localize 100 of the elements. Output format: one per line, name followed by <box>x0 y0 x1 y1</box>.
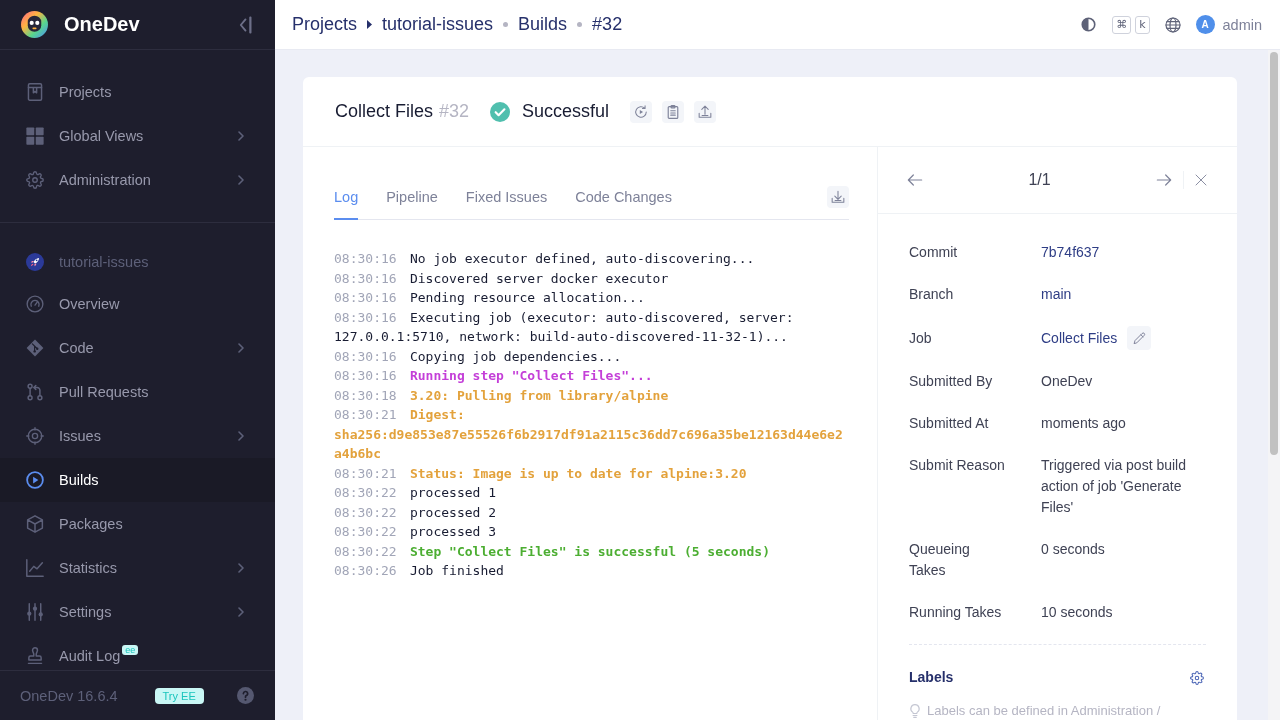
log-line: 08:30:21 Status: Image is up to date for alpine:3.20 <box>334 464 748 483</box>
project-title: tutorial-issues <box>59 254 149 270</box>
field-link[interactable]: 7b74f637 <box>1041 242 1100 263</box>
check-circle-icon <box>490 101 511 122</box>
edition-tag: ee <box>122 645 139 655</box>
field-label: Submitted By <box>909 372 994 391</box>
tab[interactable]: Code Changes <box>575 187 672 220</box>
log-line: 08:30:22 processed 1 <box>334 484 498 502</box>
user-avatar[interactable]: A <box>1195 15 1215 34</box>
close-icon[interactable] <box>1195 174 1207 186</box>
pull-request-icon <box>26 383 44 401</box>
stamp-icon <box>26 647 44 665</box>
field-label: Submit Reason <box>909 456 1006 475</box>
sidebar-item[interactable]: Code <box>0 326 275 370</box>
rerun-button[interactable] <box>630 100 653 123</box>
build-title: Collect Files <box>335 101 434 122</box>
breadcrumb-link[interactable]: Builds <box>518 14 568 35</box>
gear-icon <box>26 171 44 189</box>
gauge-icon <box>26 295 44 313</box>
shortcut-key[interactable]: k <box>1135 15 1150 34</box>
log-line: 08:30:16 Copying job dependencies... <box>334 347 623 366</box>
field-label: Job <box>909 328 933 348</box>
section-title: Labels <box>909 668 954 687</box>
sidebar-item[interactable]: Statistics <box>0 546 275 590</box>
arrow-left-icon[interactable] <box>907 172 923 188</box>
play-circle-icon <box>26 471 44 489</box>
sliders-icon <box>26 603 44 621</box>
version-label: OneDev 16.6.4 <box>20 687 118 704</box>
field-label: Running Takes <box>909 603 1003 622</box>
field-value: 0 seconds <box>1041 540 1105 559</box>
shortcut-key[interactable]: ⌘ <box>1112 15 1132 34</box>
field-label: Submitted At <box>909 414 990 433</box>
field-label: Queueing Takes <box>909 540 971 580</box>
sidebar-item[interactable]: Pull Requests <box>0 370 275 414</box>
arrow-right-icon[interactable] <box>1156 172 1172 188</box>
brand-name: OneDev <box>64 13 140 36</box>
book-icon <box>26 83 44 101</box>
tab[interactable]: Pipeline <box>386 187 438 220</box>
log-line: 08:30:22 processed 3 <box>334 523 498 541</box>
log-line: 08:30:16 Pending resource allocation... <box>334 289 646 307</box>
user-name[interactable]: admin <box>1222 16 1262 33</box>
breadcrumb-link[interactable]: #32 <box>592 14 623 35</box>
help-icon[interactable] <box>237 687 254 704</box>
download-icon <box>831 190 845 204</box>
field-label: Commit <box>909 243 959 262</box>
globe-icon[interactable] <box>1164 16 1181 33</box>
dot-icon <box>503 22 509 27</box>
box-icon <box>26 515 44 533</box>
dot-icon <box>577 22 583 27</box>
field-label: Branch <box>909 285 955 304</box>
line-chart-icon <box>26 559 44 577</box>
collapse-icon[interactable] <box>238 14 253 35</box>
log-line: 08:30:22 processed 2 <box>334 503 498 522</box>
edit-button[interactable] <box>1127 326 1152 350</box>
lightbulb-icon <box>909 704 921 718</box>
log-button[interactable] <box>662 100 685 123</box>
field-value: OneDev <box>1041 372 1093 391</box>
scrollbar-thumb[interactable] <box>1270 52 1278 455</box>
field-value: moments ago <box>1041 414 1126 433</box>
upload-icon <box>698 104 713 119</box>
pencil-icon <box>1132 331 1146 345</box>
contrast-icon[interactable] <box>1081 17 1097 32</box>
field-link[interactable]: Collect Files <box>1041 327 1118 349</box>
tab[interactable]: Fixed Issues <box>465 187 548 220</box>
sidebar-item[interactable]: Issues <box>0 414 275 458</box>
diamond-icon <box>26 339 44 357</box>
field-link[interactable]: main <box>1041 284 1072 305</box>
log-line: 08:30:18 3.20: Pulling from library/alpine <box>334 386 670 405</box>
rerun-icon <box>634 104 649 119</box>
sidebar-item[interactable]: Builds <box>0 458 275 502</box>
sidebar-item[interactable]: Projects <box>0 70 275 114</box>
build-number: #32 <box>439 101 470 122</box>
scrollbar[interactable] <box>1268 50 1280 720</box>
hint-text: Labels can be defined in Administration / <box>927 704 1161 718</box>
grid-icon <box>26 127 44 145</box>
breadcrumb-link[interactable]: Projects <box>292 14 358 35</box>
field-value: 10 seconds <box>1041 603 1113 622</box>
artifacts-button[interactable] <box>694 100 717 123</box>
target-icon <box>26 427 44 445</box>
build-status: Successful <box>522 101 610 122</box>
breadcrumb-link[interactable]: tutorial-issues <box>382 14 494 35</box>
sidebar-item[interactable]: Overview <box>0 282 275 326</box>
logo-icon <box>21 11 48 38</box>
sidebar-item[interactable]: Global Views <box>0 114 275 158</box>
log-line: 08:30:21 Digest: sha256:d9e853e87e55526f6b2917df91a2115c36dd7c696a35be12163d44e6e2a4b6bc <box>334 406 844 463</box>
sidebar-item[interactable]: Administration <box>0 158 275 202</box>
download-button[interactable] <box>827 186 849 208</box>
sidebar-item[interactable]: Audit Log ee <box>0 634 275 670</box>
rocket-icon <box>26 253 44 271</box>
log-line: 08:30:16 Executing job (executor: auto-discovered, server: 127.0.0.1:5710, network: build-auto-discovered-11-32-1)... <box>334 308 795 346</box>
log-line: 08:30:16 Running step "Collect Files"... <box>334 367 654 385</box>
sidebar-item[interactable]: Settings <box>0 590 275 634</box>
log-line: 08:30:22 Step "Collect Files" is successful (5 seconds) <box>334 542 771 561</box>
field-value: Triggered via post build action of job 'Generate Files' <box>1041 456 1187 517</box>
sidebar-item[interactable]: Packages <box>0 502 275 546</box>
log-line: 08:30:26 Job finished <box>334 562 505 580</box>
tab[interactable]: Log <box>334 187 359 220</box>
log-line: 08:30:16 No job executor defined, auto-discovering... <box>334 250 756 268</box>
caret-right-icon <box>367 20 373 29</box>
gear-icon[interactable] <box>1190 670 1204 685</box>
